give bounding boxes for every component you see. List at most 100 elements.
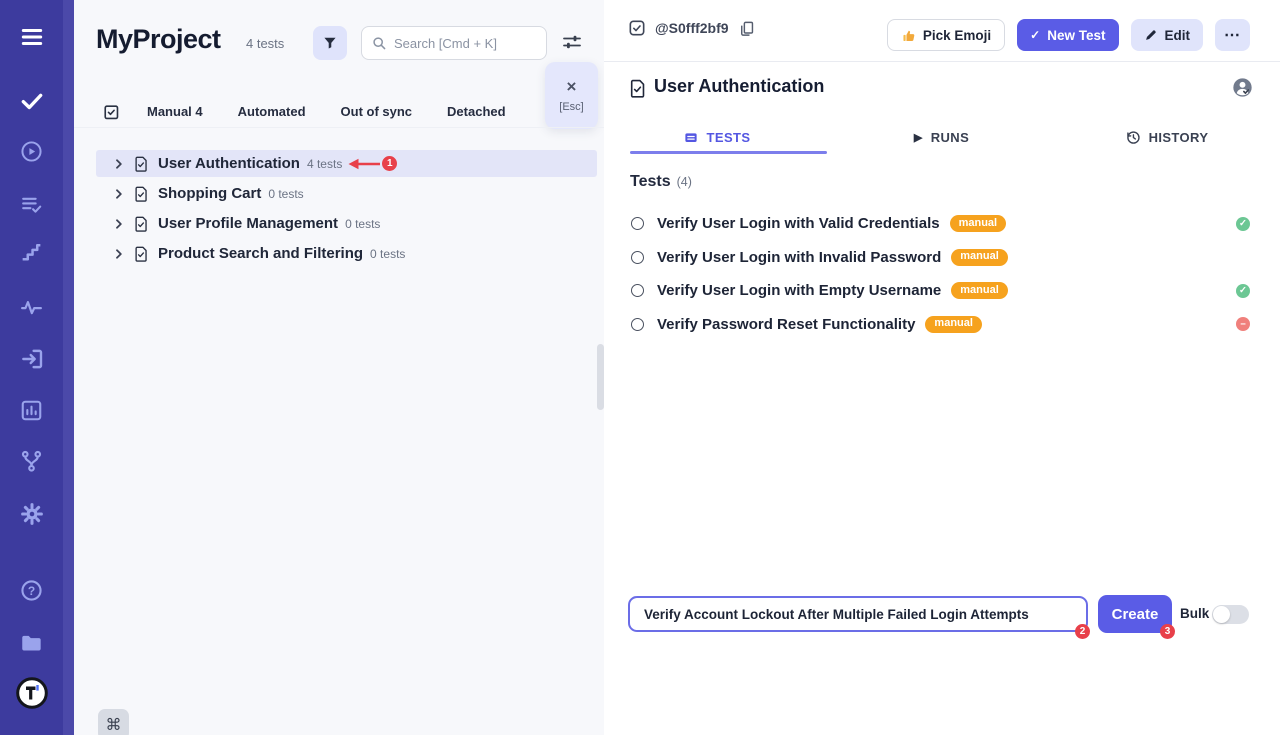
test-row[interactable]: Verify User Login with Valid Credentials… [604, 207, 1280, 241]
projects-folder-icon[interactable] [0, 630, 63, 656]
tab-history-label: HISTORY [1149, 130, 1209, 145]
tree-row-product-search-and-filtering[interactable]: Product Search and Filtering 0 tests [96, 240, 597, 267]
chevron-right-icon[interactable] [114, 249, 124, 259]
annotation-arrow [347, 158, 381, 170]
test-name: Verify User Login with Empty Username [657, 282, 941, 299]
clipboard-check-icon[interactable] [102, 103, 120, 121]
panel-scrollbar[interactable] [597, 344, 604, 410]
tests-heading-label: Tests [630, 173, 671, 191]
close-icon[interactable]: × [567, 78, 577, 95]
tree-row-user-authentication[interactable]: User Authentication 4 tests 1 [96, 150, 597, 177]
test-suite-tree: User Authentication 4 tests 1 Shopping C… [96, 150, 597, 270]
tree-item-count: 4 tests [307, 157, 342, 171]
tree-item-label: User Profile Management [158, 215, 338, 232]
test-list: Verify User Login with Valid Credentials… [604, 207, 1280, 341]
tab-tests-label: TESTS [707, 130, 751, 145]
cmd-key-badge: ⌘ [98, 709, 129, 735]
doc-check-icon [133, 216, 149, 232]
more-icon: ⋯ [1224, 25, 1241, 45]
suite-actions: Pick Emoji ✓ New Test Edit ⋯ [887, 19, 1250, 51]
filter-button[interactable] [313, 26, 347, 60]
assignee-avatar-icon[interactable] [1232, 77, 1253, 103]
steps-icon[interactable] [0, 240, 63, 265]
tab-out-of-sync[interactable]: Out of sync [341, 104, 413, 119]
bulk-label: Bulk [1180, 606, 1209, 621]
tab-manual[interactable]: Manual 4 [147, 104, 203, 119]
suite-ref-group: @S0fff2bf9 [628, 19, 755, 37]
more-button[interactable]: ⋯ [1215, 19, 1250, 51]
project-test-count: 4 tests [246, 36, 284, 51]
settings-gear-icon[interactable] [0, 501, 63, 527]
list-check-icon[interactable] [0, 192, 63, 217]
manual-badge: manual [950, 215, 1007, 232]
play-circle-icon[interactable] [0, 139, 63, 164]
task-check-icon [628, 19, 646, 37]
tab-runs[interactable]: ▶ RUNS [829, 120, 1054, 154]
new-test-name-input[interactable] [628, 596, 1088, 632]
play-icon: ▶ [914, 131, 923, 144]
tab-runs-label: RUNS [931, 130, 969, 145]
tests-check-icon[interactable] [0, 88, 63, 114]
svg-text:?: ? [28, 584, 35, 598]
import-icon[interactable] [0, 346, 63, 372]
tests-section-heading: Tests (4) [630, 173, 692, 191]
pick-emoji-button[interactable]: Pick Emoji [887, 19, 1005, 51]
help-icon[interactable]: ? [0, 578, 63, 603]
chevron-right-icon[interactable] [114, 189, 124, 199]
annotation-badge-1: 1 [382, 156, 397, 171]
tab-tests[interactable]: TESTS [604, 120, 829, 154]
edit-button[interactable]: Edit [1131, 19, 1204, 51]
test-bullet-icon [631, 217, 644, 230]
edit-label: Edit [1165, 28, 1191, 43]
project-panel: MyProject 4 tests × [Esc] Manual 4 Auto [74, 0, 604, 735]
doc-check-icon [133, 186, 149, 202]
search-input[interactable] [394, 36, 536, 51]
suite-ref-id: @S0fff2bf9 [655, 20, 729, 36]
tree-item-label: Shopping Cart [158, 185, 261, 202]
chevron-right-icon[interactable] [114, 219, 124, 229]
test-name: Verify User Login with Invalid Password [657, 249, 941, 266]
suite-titlebar: User Authentication [604, 76, 1280, 102]
annotation-badge-2: 2 [1075, 624, 1090, 639]
thumbs-up-icon [901, 28, 916, 43]
tests-heading-count: (4) [677, 175, 692, 189]
tab-automated[interactable]: Automated [238, 104, 306, 119]
tree-item-label: Product Search and Filtering [158, 245, 363, 262]
tree-item-count: 0 tests [370, 247, 405, 261]
activity-icon[interactable] [0, 295, 63, 320]
check-icon: ✓ [1030, 28, 1040, 42]
reports-icon[interactable] [0, 398, 63, 423]
test-bullet-icon [631, 251, 644, 264]
test-row[interactable]: Verify User Login with Empty Username ma… [604, 274, 1280, 308]
test-row[interactable]: Verify Password Reset Functionality manu… [604, 308, 1280, 342]
tree-row-shopping-cart[interactable]: Shopping Cart 0 tests [96, 180, 597, 207]
test-bullet-icon [631, 284, 644, 297]
menu-icon[interactable] [0, 24, 63, 50]
create-test-bar: 2 Create 3 Bulk [604, 595, 1280, 635]
test-name: Verify User Login with Valid Credentials [657, 215, 940, 232]
new-test-button[interactable]: ✓ New Test [1017, 19, 1118, 51]
manual-badge: manual [951, 249, 1008, 266]
new-test-input-wrap: 2 [628, 596, 1088, 632]
new-test-label: New Test [1047, 28, 1105, 43]
project-title: MyProject [96, 24, 221, 55]
bulk-toggle[interactable] [1212, 605, 1249, 624]
versions-branch-icon[interactable] [0, 449, 63, 474]
chevron-right-icon[interactable] [114, 159, 124, 169]
pencil-icon [1144, 28, 1158, 42]
app-logo[interactable] [0, 676, 63, 710]
app-window: ? MyProject 4 tests [0, 0, 1280, 735]
tree-row-user-profile-management[interactable]: User Profile Management 0 tests [96, 210, 597, 237]
active-tab-underline [630, 151, 827, 154]
test-row[interactable]: Verify User Login with Invalid Password … [604, 241, 1280, 275]
tab-history[interactable]: HISTORY [1054, 120, 1279, 154]
sidebar-nav: ? [0, 0, 74, 735]
tab-detached[interactable]: Detached [447, 104, 506, 119]
test-bullet-icon [631, 318, 644, 331]
suite-detail-panel: @S0fff2bf9 Pick Emoji ✓ New Test [604, 0, 1280, 735]
search-icon [372, 36, 387, 51]
adjustments-icon[interactable] [561, 31, 583, 56]
copy-icon[interactable] [738, 20, 755, 37]
test-status-icon: ✓ [1236, 217, 1250, 231]
test-status-icon: ✓ [1236, 284, 1250, 298]
